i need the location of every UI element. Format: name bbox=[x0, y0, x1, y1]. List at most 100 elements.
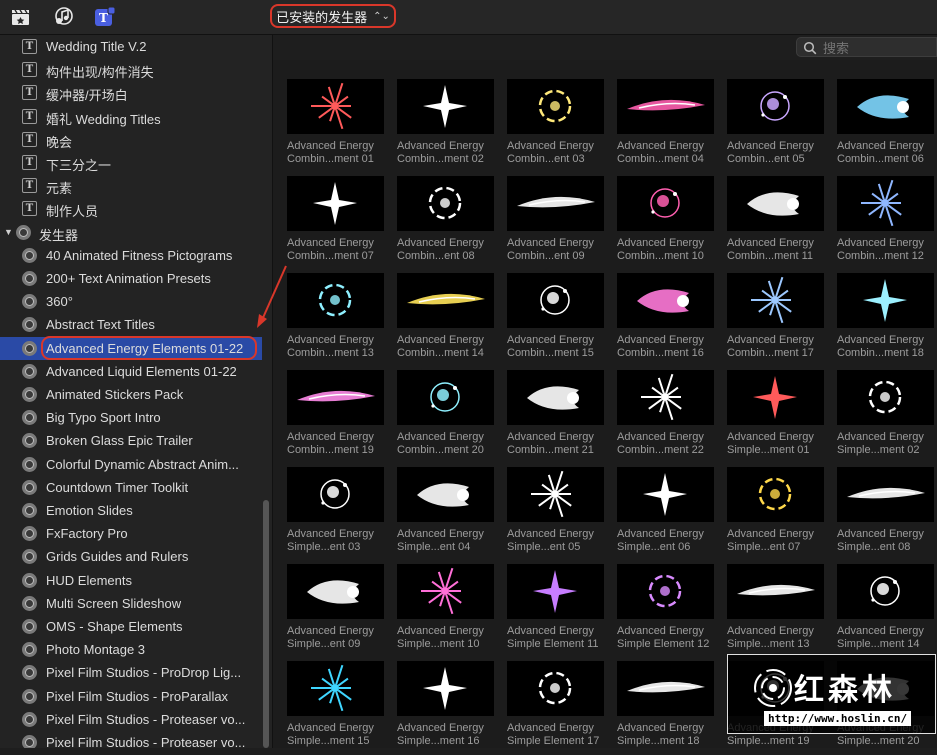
sidebar-item-title-category[interactable]: T 婚礼 Wedding Titles bbox=[0, 105, 262, 128]
generator-thumbnail[interactable] bbox=[617, 370, 714, 425]
sidebar-item-generator[interactable]: 40 Animated Fitness Pictograms bbox=[0, 244, 262, 267]
generator-thumbnail[interactable] bbox=[397, 79, 494, 134]
generator-thumbnail[interactable] bbox=[397, 370, 494, 425]
sidebar-item-title-category[interactable]: T 晚会 bbox=[0, 128, 262, 151]
sidebar-item-generator[interactable]: Advanced Liquid Elements 01-22 bbox=[0, 360, 262, 383]
generator-tile[interactable]: Advanced Energy Combin...ment 04 bbox=[616, 79, 722, 173]
generator-thumbnail[interactable] bbox=[397, 467, 494, 522]
generator-thumbnail[interactable] bbox=[507, 564, 604, 619]
generator-thumbnail[interactable] bbox=[397, 564, 494, 619]
generator-tile[interactable]: Advanced Energy Combin...ent 05 bbox=[726, 79, 832, 173]
generator-thumbnail[interactable] bbox=[287, 79, 384, 134]
generator-tile[interactable]: Advanced Energy Simple...ent 08 bbox=[836, 467, 937, 561]
generator-tile[interactable]: Advanced Energy Combin...ment 18 bbox=[836, 273, 937, 367]
generator-thumbnail[interactable] bbox=[397, 661, 494, 716]
generator-thumbnail[interactable] bbox=[617, 176, 714, 231]
disclosure-triangle-icon[interactable]: ▼ bbox=[4, 227, 13, 237]
sidebar-item-generator[interactable]: FxFactory Pro bbox=[0, 522, 262, 545]
sidebar-item-generator[interactable]: Colorful Dynamic Abstract Anim... bbox=[0, 453, 262, 476]
generator-tile[interactable]: Advanced Energy Simple...ment 15 bbox=[286, 661, 392, 755]
generator-thumbnail[interactable] bbox=[617, 467, 714, 522]
clapper-icon[interactable] bbox=[10, 6, 32, 28]
search-field[interactable] bbox=[796, 37, 937, 57]
generator-thumbnail[interactable] bbox=[287, 273, 384, 328]
generator-tile[interactable]: Advanced Energy Combin...ment 07 bbox=[286, 176, 392, 270]
generator-tile[interactable]: Advanced Energy Combin...ment 14 bbox=[396, 273, 502, 367]
generator-tile[interactable]: Advanced Energy Combin...ent 08 bbox=[396, 176, 502, 270]
generator-tile[interactable]: Advanced Energy Combin...ment 22 bbox=[616, 370, 722, 464]
generator-thumbnail[interactable] bbox=[507, 79, 604, 134]
titles-icon[interactable]: T bbox=[94, 6, 116, 28]
generator-thumbnail[interactable] bbox=[837, 176, 934, 231]
generator-tile[interactable]: Advanced Energy Combin...ment 17 bbox=[726, 273, 832, 367]
generator-tile[interactable]: Advanced Energy Combin...ment 01 bbox=[286, 79, 392, 173]
sidebar-item-generator[interactable]: Animated Stickers Pack bbox=[0, 383, 262, 406]
generator-thumbnail[interactable] bbox=[507, 370, 604, 425]
generator-thumbnail[interactable] bbox=[287, 370, 384, 425]
sidebar-item-generator[interactable]: Countdown Timer Toolkit bbox=[0, 476, 262, 499]
generator-thumbnail[interactable] bbox=[617, 273, 714, 328]
generator-tile[interactable]: Advanced Energy Combin...ment 19 bbox=[286, 370, 392, 464]
generator-thumbnail[interactable] bbox=[837, 564, 934, 619]
sidebar-section-generators[interactable]: ▼ 发生器 bbox=[0, 221, 262, 244]
generator-thumbnail[interactable] bbox=[287, 661, 384, 716]
generator-thumbnail[interactable] bbox=[727, 176, 824, 231]
generator-tile[interactable]: Advanced Energy Simple...ment 01 bbox=[726, 370, 832, 464]
generator-tile[interactable]: Advanced Energy Simple...ent 05 bbox=[506, 467, 612, 561]
generator-thumbnail[interactable] bbox=[287, 176, 384, 231]
sidebar-item-generator[interactable]: 200+ Text Animation Presets bbox=[0, 267, 262, 290]
sidebar-item-generator[interactable]: Abstract Text Titles bbox=[0, 313, 262, 336]
generator-tile[interactable]: Advanced Energy Simple Element 12 bbox=[616, 564, 722, 658]
generator-tile[interactable]: Advanced Energy Simple...ment 02 bbox=[836, 370, 937, 464]
sidebar-item-title-category[interactable]: T 元素 bbox=[0, 174, 262, 197]
generator-thumbnail[interactable] bbox=[727, 370, 824, 425]
sidebar-item-generator[interactable]: HUD Elements bbox=[0, 569, 262, 592]
generator-tile[interactable]: Advanced Energy Simple...ent 09 bbox=[286, 564, 392, 658]
sidebar-item-generator[interactable]: OMS - Shape Elements bbox=[0, 615, 262, 638]
generator-thumbnail[interactable] bbox=[397, 176, 494, 231]
generator-tile[interactable]: Advanced Energy Simple...ment 14 bbox=[836, 564, 937, 658]
generator-thumbnail[interactable] bbox=[837, 273, 934, 328]
generator-thumbnail[interactable] bbox=[397, 273, 494, 328]
generator-thumbnail[interactable] bbox=[507, 661, 604, 716]
generator-tile[interactable]: Advanced Energy Simple...ent 04 bbox=[396, 467, 502, 561]
music-photo-icon[interactable] bbox=[52, 6, 74, 28]
generator-thumbnail[interactable] bbox=[837, 79, 934, 134]
generator-thumbnail[interactable] bbox=[507, 273, 604, 328]
generator-thumbnail[interactable] bbox=[617, 661, 714, 716]
sidebar-item-title-category[interactable]: T 下三分之一 bbox=[0, 151, 262, 174]
sidebar-item-generator[interactable]: Emotion Slides bbox=[0, 499, 262, 522]
generator-tile[interactable]: Advanced Energy Combin...ent 09 bbox=[506, 176, 612, 270]
generator-tile[interactable]: Advanced Energy Combin...ment 10 bbox=[616, 176, 722, 270]
generator-tile[interactable]: Advanced Energy Combin...ment 06 bbox=[836, 79, 937, 173]
generator-tile[interactable]: Advanced Energy Combin...ment 11 bbox=[726, 176, 832, 270]
sidebar-item-generator[interactable]: Advanced Energy Elements 01-22 bbox=[0, 336, 262, 360]
generator-tile[interactable]: Advanced Energy Simple...ment 13 bbox=[726, 564, 832, 658]
generator-tile[interactable]: Advanced Energy Combin...ment 12 bbox=[836, 176, 937, 270]
generator-thumbnail[interactable] bbox=[287, 564, 384, 619]
sidebar-item-generator[interactable]: Broken Glass Epic Trailer bbox=[0, 429, 262, 452]
generator-thumbnail[interactable] bbox=[727, 467, 824, 522]
generator-thumbnail[interactable] bbox=[617, 564, 714, 619]
generator-thumbnail[interactable] bbox=[727, 79, 824, 134]
sidebar-item-generator[interactable]: Multi Screen Slideshow bbox=[0, 592, 262, 615]
generator-tile[interactable]: Advanced Energy Combin...ment 02 bbox=[396, 79, 502, 173]
generator-thumbnail[interactable] bbox=[287, 467, 384, 522]
generator-tile[interactable]: Advanced Energy Combin...ment 13 bbox=[286, 273, 392, 367]
generator-thumbnail[interactable] bbox=[617, 79, 714, 134]
sidebar-item-generator[interactable]: Photo Montage 3 bbox=[0, 638, 262, 661]
generator-tile[interactable]: Advanced Energy Combin...ment 21 bbox=[506, 370, 612, 464]
generator-tile[interactable]: Advanced Energy Combin...ment 16 bbox=[616, 273, 722, 367]
generator-tile[interactable]: Advanced Energy Combin...ment 15 bbox=[506, 273, 612, 367]
generator-tile[interactable]: Advanced Energy Simple...ment 16 bbox=[396, 661, 502, 755]
sidebar-item-generator[interactable]: Pixel Film Studios - ProParallax bbox=[0, 685, 262, 708]
sidebar-item-generator[interactable]: Big Typo Sport Intro bbox=[0, 406, 262, 429]
search-input[interactable] bbox=[821, 39, 935, 57]
sidebar-scrollbar[interactable] bbox=[263, 500, 269, 748]
generator-source-picker[interactable]: 已安装的发生器 ⌃⌄ bbox=[270, 4, 396, 28]
generator-tile[interactable]: Advanced Energy Combin...ent 03 bbox=[506, 79, 612, 173]
generator-thumbnail[interactable] bbox=[507, 467, 604, 522]
generator-thumbnail[interactable] bbox=[727, 564, 824, 619]
sidebar-item-title-category[interactable]: T 制作人员 bbox=[0, 197, 262, 220]
sidebar-item-generator[interactable]: Pixel Film Studios - ProDrop Lig... bbox=[0, 661, 262, 684]
